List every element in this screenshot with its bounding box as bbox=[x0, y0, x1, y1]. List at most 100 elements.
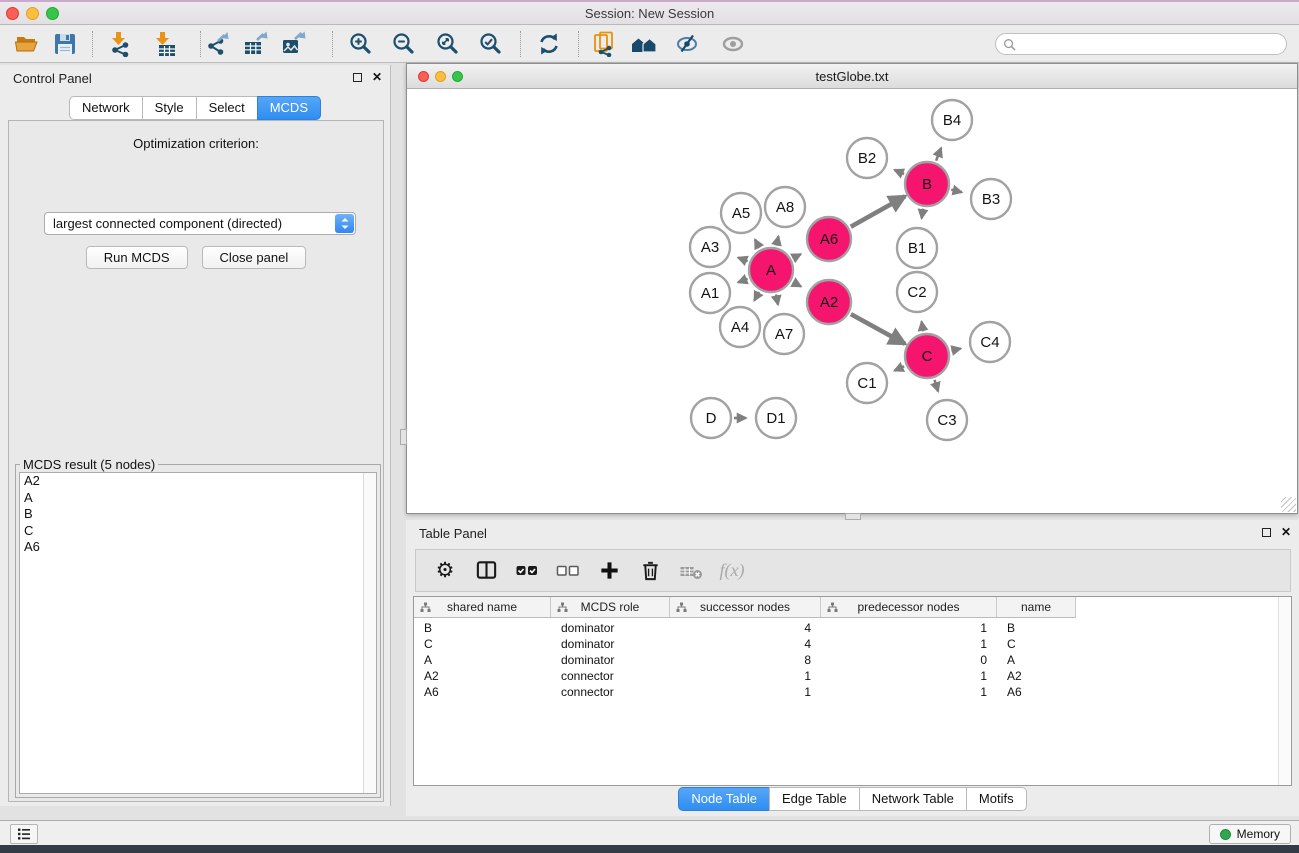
tab-edge-table[interactable]: Edge Table bbox=[769, 787, 860, 811]
graph-node-B1[interactable]: B1 bbox=[897, 228, 937, 268]
graph-node-A2[interactable]: A2 bbox=[807, 280, 851, 324]
delete-column-trash-icon[interactable] bbox=[638, 559, 662, 583]
result-item[interactable]: A2 bbox=[20, 473, 376, 490]
close-panel-icon[interactable]: ✕ bbox=[372, 72, 382, 83]
table-settings-gear-icon[interactable]: ⚙ bbox=[433, 559, 457, 583]
result-item[interactable]: C bbox=[20, 523, 376, 540]
graph-node-C1[interactable]: C1 bbox=[847, 363, 887, 403]
graph-node-A4[interactable]: A4 bbox=[720, 307, 760, 347]
graph-node-C[interactable]: C bbox=[905, 334, 949, 378]
svg-text:A2: A2 bbox=[820, 294, 838, 311]
new-network-from-file-icon[interactable] bbox=[592, 31, 618, 57]
tab-mcds[interactable]: MCDS bbox=[257, 96, 321, 120]
result-scrollbar[interactable] bbox=[363, 473, 376, 793]
graph-node-A1[interactable]: A1 bbox=[690, 273, 730, 313]
memory-button[interactable]: Memory bbox=[1209, 824, 1291, 844]
zoom-out-icon[interactable] bbox=[391, 31, 417, 57]
zoom-selected-icon[interactable] bbox=[478, 31, 504, 57]
graph-edge bbox=[793, 254, 801, 258]
result-item[interactable]: B bbox=[20, 506, 376, 523]
column-header-successor-nodes[interactable]: successor nodes bbox=[670, 597, 821, 618]
graph-edge bbox=[851, 196, 905, 227]
tab-motifs[interactable]: Motifs bbox=[966, 787, 1027, 811]
float-table-panel-icon[interactable] bbox=[1262, 528, 1271, 537]
graph-node-A7[interactable]: A7 bbox=[764, 314, 804, 354]
select-all-icon[interactable] bbox=[515, 559, 539, 583]
result-item[interactable]: A6 bbox=[20, 539, 376, 556]
resize-grip-icon[interactable] bbox=[1281, 497, 1296, 512]
search-input[interactable] bbox=[1016, 35, 1286, 53]
table-cell: B bbox=[414, 621, 551, 637]
table-cell: 1 bbox=[670, 669, 821, 685]
table-row[interactable]: Adominator80A bbox=[414, 653, 1291, 669]
home-networks-icon[interactable] bbox=[631, 31, 657, 57]
svg-text:A8: A8 bbox=[776, 199, 794, 216]
column-header-name[interactable]: name bbox=[997, 597, 1076, 618]
graph-node-B2[interactable]: B2 bbox=[847, 138, 887, 178]
splitter-handle-left[interactable] bbox=[400, 429, 407, 445]
network-window-titlebar[interactable]: testGlobe.txt bbox=[407, 64, 1297, 89]
column-header-shared-name[interactable]: shared name bbox=[414, 597, 551, 618]
refresh-icon[interactable] bbox=[536, 31, 562, 57]
graph-node-A6[interactable]: A6 bbox=[807, 217, 851, 261]
column-header-MCDS-role[interactable]: MCDS role bbox=[551, 597, 670, 618]
graph-node-A[interactable]: A bbox=[749, 248, 793, 292]
show-columns-icon[interactable] bbox=[474, 559, 498, 583]
network-canvas[interactable]: A A1 A2 A3 A4 A5 A6 A7 A8 B B1 B2 B3 B4 C C1 C2 C3 C4 D D1 bbox=[407, 89, 1297, 513]
svg-text:D1: D1 bbox=[766, 410, 785, 427]
column-header-predecessor-nodes[interactable]: predecessor nodes bbox=[821, 597, 997, 618]
task-history-button[interactable] bbox=[10, 824, 38, 844]
graph-node-B[interactable]: B bbox=[905, 162, 949, 206]
tab-network-table[interactable]: Network Table bbox=[859, 787, 967, 811]
graph-node-B4[interactable]: B4 bbox=[932, 100, 972, 140]
graph-node-D1[interactable]: D1 bbox=[756, 398, 796, 438]
table-row[interactable]: Bdominator41B bbox=[414, 621, 1291, 637]
save-session-icon[interactable] bbox=[52, 31, 78, 57]
control-panel-tabs: NetworkStyleSelectMCDS bbox=[0, 96, 390, 120]
search-field[interactable] bbox=[995, 33, 1287, 55]
graph-node-C3[interactable]: C3 bbox=[927, 400, 967, 440]
hide-panel-eye-icon[interactable] bbox=[674, 31, 700, 57]
table-row[interactable]: Cdominator41C bbox=[414, 637, 1291, 653]
graph-edge bbox=[776, 295, 778, 305]
tab-node-table[interactable]: Node Table bbox=[678, 787, 770, 811]
table-row[interactable]: A2connector11A2 bbox=[414, 669, 1291, 685]
zoom-fit-icon[interactable] bbox=[435, 31, 461, 57]
export-table-icon[interactable] bbox=[243, 31, 269, 57]
unselect-all-icon[interactable] bbox=[556, 559, 580, 583]
graph-node-C4[interactable]: C4 bbox=[970, 322, 1010, 362]
export-image-icon[interactable] bbox=[281, 31, 307, 57]
zoom-in-icon[interactable] bbox=[348, 31, 374, 57]
close-table-panel-icon[interactable]: ✕ bbox=[1281, 527, 1291, 538]
table-cell: A2 bbox=[997, 669, 1076, 685]
graph-node-C2[interactable]: C2 bbox=[897, 272, 937, 312]
graph-node-A3[interactable]: A3 bbox=[690, 227, 730, 267]
mcds-result-list: A2ABCA6 bbox=[20, 473, 376, 556]
tab-style[interactable]: Style bbox=[142, 96, 197, 120]
table-panel-title: Table Panel bbox=[419, 526, 487, 541]
result-item[interactable]: A bbox=[20, 490, 376, 507]
svg-text:C3: C3 bbox=[937, 412, 956, 429]
add-column-plus-icon[interactable] bbox=[597, 559, 621, 583]
optimization-dropdown[interactable]: largest connected component (directed) bbox=[44, 212, 356, 235]
export-network-icon[interactable] bbox=[205, 31, 231, 57]
splitter-handle-bottom[interactable] bbox=[845, 513, 861, 520]
open-session-icon[interactable] bbox=[14, 31, 40, 57]
tab-network[interactable]: Network bbox=[69, 96, 143, 120]
import-table-icon[interactable] bbox=[152, 31, 178, 57]
svg-text:B2: B2 bbox=[858, 150, 876, 167]
graph-node-B3[interactable]: B3 bbox=[971, 179, 1011, 219]
table-scrollbar[interactable] bbox=[1278, 597, 1291, 785]
svg-text:D: D bbox=[706, 410, 717, 427]
run-mcds-button[interactable]: Run MCDS bbox=[86, 246, 188, 269]
import-network-icon[interactable] bbox=[108, 31, 134, 57]
table-cell: 1 bbox=[821, 669, 997, 685]
tab-select[interactable]: Select bbox=[196, 96, 258, 120]
graph-node-A5[interactable]: A5 bbox=[721, 193, 761, 233]
svg-text:C1: C1 bbox=[857, 375, 876, 392]
float-panel-icon[interactable] bbox=[353, 73, 362, 82]
close-panel-button[interactable]: Close panel bbox=[202, 246, 307, 269]
graph-node-A8[interactable]: A8 bbox=[765, 187, 805, 227]
graph-node-D[interactable]: D bbox=[691, 398, 731, 438]
table-row[interactable]: A6connector11A6 bbox=[414, 685, 1291, 701]
